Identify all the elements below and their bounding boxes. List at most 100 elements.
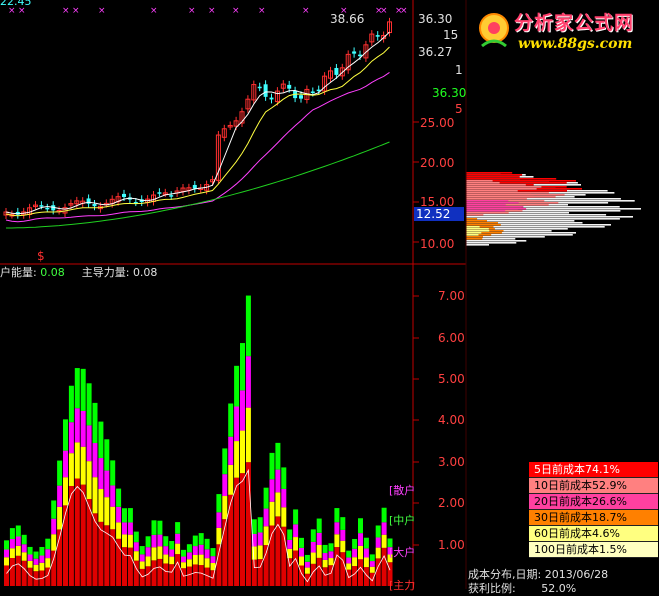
volume-large-bar: [369, 566, 375, 573]
volume-mid-bar: [198, 544, 204, 555]
cost-legend-item: 10日前成本52.9%: [529, 478, 658, 494]
volume-retail-bar: [151, 520, 157, 535]
candle-body: [122, 193, 126, 197]
cost-line: [466, 210, 506, 212]
top-marker-icon: ×: [72, 6, 80, 16]
cost-legend-item: 5日前成本74.1%: [529, 462, 658, 478]
candle-body: [39, 205, 44, 207]
cost-line: [466, 198, 527, 200]
volume-large-bar: [186, 559, 192, 567]
volume-retail-bar: [204, 538, 210, 550]
ma20-line: [5, 71, 390, 223]
volume-retail-bar: [175, 522, 181, 534]
cost-line: [466, 186, 542, 188]
cost-line: [466, 242, 517, 244]
volume-tick: 2.00: [438, 496, 465, 510]
volume-retail-bar: [251, 519, 257, 534]
price-tick: 36.30: [432, 86, 467, 100]
cost-line: [466, 200, 509, 202]
price-pane[interactable]: × × × × × × × × × × × × ×× ××: [3, 6, 408, 229]
volume-mid-bar: [33, 558, 39, 565]
volume-retail-bar: [92, 402, 98, 444]
volume-mid-bar: [340, 529, 346, 541]
volume-large-bar: [116, 522, 122, 539]
volume-main-bar: [340, 552, 346, 586]
volume-tick: 7.00: [438, 289, 465, 303]
volume-retail-bar: [358, 518, 363, 534]
volume-retail-bar: [4, 540, 9, 550]
volume-main-bar: [63, 505, 68, 586]
volume-large-bar: [127, 534, 133, 548]
volume-retail-bar: [169, 541, 175, 550]
volume-main-bar: [151, 560, 157, 586]
ma10-line: [5, 46, 390, 217]
volume-main-bar: [293, 550, 299, 586]
volume-large-bar: [27, 560, 33, 568]
price-tick: 15: [443, 28, 459, 42]
volume-mid-bar: [122, 522, 127, 535]
volume-main-bar: [157, 558, 163, 586]
volume-retail-bar: [27, 546, 33, 555]
volume-large-bar: [9, 548, 15, 559]
price-tick: 5: [455, 102, 463, 116]
volume-retail-bar: [275, 442, 281, 470]
volume-mid-bar: [216, 512, 222, 528]
volume-large-bar: [198, 554, 204, 566]
price-tick: 25.00: [420, 116, 455, 130]
volume-large-bar: [122, 534, 127, 548]
cost-legend-item: 60日前成本4.6%: [529, 526, 658, 542]
volume-retail-bar: [157, 520, 163, 535]
volume-retail-bar: [210, 548, 216, 557]
volume-large-bar: [163, 554, 169, 564]
volume-large-bar: [245, 407, 251, 463]
volume-large-bar: [63, 477, 68, 506]
cost-line: [466, 204, 506, 206]
volume-mid-bar: [86, 425, 92, 462]
volume-retail-bar: [127, 508, 133, 523]
volume-large-bar: [181, 562, 186, 569]
volume-mid-bar: [358, 533, 363, 546]
candle-body: [192, 184, 197, 189]
cost-line: [466, 178, 557, 180]
label-mid: [中户: [389, 514, 416, 527]
volume-large-bar: [263, 526, 269, 546]
candle-body: [269, 97, 274, 100]
volume-retail-bar: [222, 448, 228, 475]
ma60-line: [6, 141, 390, 229]
volume-large-bar: [110, 506, 116, 530]
top-marker-icon: ×: [150, 6, 158, 16]
volume-mid-bar: [269, 479, 275, 502]
cost-line: [466, 220, 487, 222]
volume-retail-bar: [216, 494, 222, 513]
cost-line: [466, 192, 549, 194]
volume-indicator-pane[interactable]: [4, 295, 393, 586]
volume-main-bar: [163, 563, 169, 586]
cost-line: [466, 238, 483, 240]
indicator-name-1: 户能量:: [0, 266, 37, 279]
volume-mid-bar: [210, 556, 216, 563]
volume-large-bar: [222, 496, 228, 520]
candle-body: [257, 86, 262, 89]
top-marker-icon: ×: [258, 6, 266, 16]
volume-main-bar: [192, 564, 198, 586]
volume-retail-bar: [269, 452, 275, 480]
volume-large-bar: [169, 556, 175, 565]
volume-main-bar: [381, 547, 387, 586]
price-tick: 10.00: [420, 237, 455, 251]
volume-retail-bar: [86, 383, 92, 426]
cost-line: [466, 208, 527, 210]
cost-legend-item: 30日前成本18.7%: [529, 510, 658, 526]
volume-large-bar: [133, 551, 139, 561]
volume-mid-bar: [263, 508, 269, 527]
volume-large-bar: [21, 552, 27, 561]
cost-legend: 5日前成本74.1% 10日前成本52.9% 20日前成本26.6% 30日前成本18…: [529, 462, 658, 558]
cost-line: [466, 244, 489, 246]
peak-price-label: 38.66: [330, 12, 365, 26]
cost-line: [466, 234, 479, 236]
volume-mid-bar: [363, 548, 369, 558]
signal-mark: $: [37, 249, 45, 263]
volume-main-bar: [127, 547, 133, 586]
volume-retail-bar: [104, 439, 110, 471]
volume-large-bar: [92, 477, 98, 514]
volume-retail-bar: [245, 295, 251, 357]
